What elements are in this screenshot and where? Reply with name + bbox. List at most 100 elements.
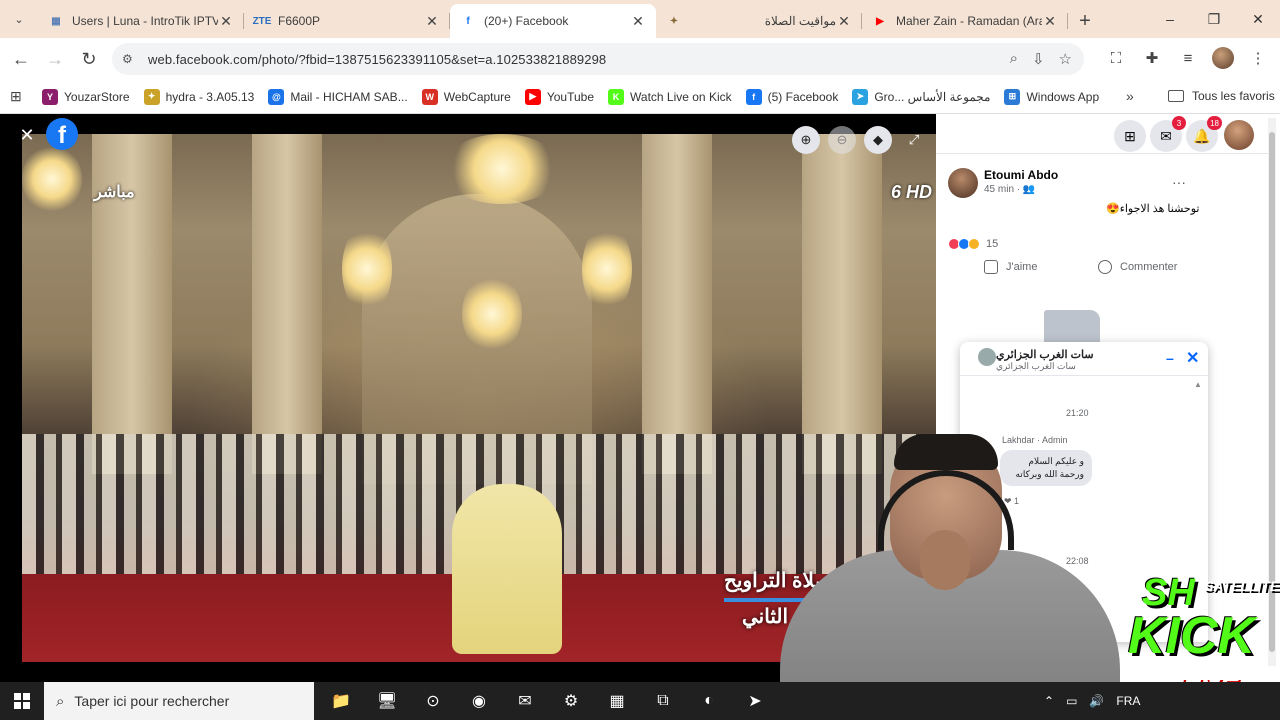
tab-search-button[interactable]: ⌄ bbox=[0, 0, 38, 38]
post-author-avatar[interactable] bbox=[948, 168, 978, 198]
bookmark-favicon-icon: W bbox=[421, 88, 438, 105]
bookmark-label: Windows App bbox=[1026, 89, 1100, 104]
post-options-button[interactable]: ··· bbox=[1172, 174, 1186, 190]
tray-overflow-icon[interactable]: ⌃ bbox=[1044, 694, 1054, 708]
network-icon[interactable]: ▭ bbox=[1066, 694, 1077, 708]
bookmark-label: YouTube bbox=[546, 89, 595, 104]
reload-button[interactable]: ↻ bbox=[72, 42, 106, 76]
volume-icon[interactable]: 🔊 bbox=[1089, 694, 1104, 708]
browser-tab[interactable]: ✦ مواقيت الصلاة ✕ bbox=[656, 4, 862, 38]
zoom-icon[interactable]: ⌕ bbox=[1010, 50, 1018, 68]
tab-favicon-icon: ▦ bbox=[51, 15, 61, 27]
taskbar-app-icon[interactable]: ◐ bbox=[686, 682, 732, 720]
url-text[interactable]: web.facebook.com/photo/?fbid=13875156233… bbox=[148, 52, 606, 67]
bookmark-item[interactable]: Y YouzarStore bbox=[42, 88, 130, 105]
tab-favicon-icon: f bbox=[466, 15, 470, 27]
language-indicator[interactable]: FRA bbox=[1116, 694, 1140, 708]
start-button[interactable] bbox=[0, 682, 44, 720]
close-chat-button[interactable]: ✕ bbox=[1186, 348, 1199, 368]
close-tab-icon[interactable]: ✕ bbox=[1042, 13, 1058, 30]
notifications-bell-icon[interactable]: 🔔 18 bbox=[1186, 116, 1222, 152]
bookmark-item[interactable]: ▶ YouTube bbox=[524, 88, 595, 105]
windows-taskbar: ⌕ Taper ici pour rechercher 📁 🖥 ⊙ ◉ ✉ ⚙ ▦ ⧉ ◐ ➤ ⌃… bbox=[0, 682, 1280, 720]
bookmark-item[interactable]: W WebCapture bbox=[421, 88, 511, 105]
fullscreen-icon[interactable]: ⤢ bbox=[900, 126, 928, 154]
browser-tab[interactable]: ▦ Users | Luna - IntroTik IPTV ✕ bbox=[38, 4, 244, 38]
bookmark-item[interactable]: f (5) Facebook bbox=[745, 88, 838, 105]
tab-title: مواقيت الصلاة bbox=[764, 14, 836, 28]
browser-tab[interactable]: f (20+) Facebook ✕ bbox=[450, 4, 656, 38]
bookmark-item[interactable]: ✦ hydra - 3.A05.13 bbox=[143, 88, 254, 105]
taskbar-app-icon[interactable]: ▦ bbox=[594, 682, 640, 720]
bookmark-label: Mail - HICHAM SAB... bbox=[290, 89, 408, 104]
account-avatar[interactable] bbox=[1224, 120, 1254, 150]
messenger-icon[interactable]: ✉ 3 bbox=[1150, 116, 1186, 152]
comment-icon bbox=[1098, 260, 1112, 274]
close-tab-icon[interactable]: ✕ bbox=[630, 13, 646, 30]
chat-avatar[interactable] bbox=[978, 348, 996, 366]
chandelier bbox=[442, 134, 562, 204]
all-bookmarks-folder[interactable]: Tous les favoris bbox=[1168, 89, 1275, 103]
taskbar-app-icon[interactable]: 🖥 bbox=[364, 682, 410, 720]
chat-subtitle: سات الغرب الجزائري bbox=[996, 361, 1076, 371]
channel-logo: 6 HD bbox=[890, 182, 932, 202]
taskbar-search-box[interactable]: ⌕ Taper ici pour rechercher bbox=[44, 682, 314, 720]
zoom-in-icon[interactable]: ⊕ bbox=[792, 126, 820, 154]
tab-title: Users | Luna - IntroTik IPTV bbox=[72, 14, 218, 28]
post-timestamp[interactable]: 45 min · 👥 bbox=[984, 184, 1035, 195]
media-controls-icon[interactable]: ≡ bbox=[1176, 46, 1200, 70]
close-viewer-button[interactable]: ✕ bbox=[16, 124, 38, 146]
comment-button[interactable]: Commenter bbox=[1098, 260, 1177, 274]
facebook-logo[interactable]: f bbox=[46, 118, 78, 150]
post-author-name[interactable]: Etoumi Abdo bbox=[984, 168, 1058, 182]
browser-tab[interactable]: ▶ Maher Zain - Ramadan (Ara ✕ bbox=[862, 4, 1068, 38]
tab-favicon-icon: ▶ bbox=[876, 15, 884, 27]
chat-scroll-up-icon[interactable]: ▲ bbox=[1194, 380, 1202, 389]
apps-grid-icon[interactable]: ⊞ bbox=[10, 88, 28, 105]
taskbar-app-icon[interactable]: ⊙ bbox=[410, 682, 456, 720]
new-tab-button[interactable]: + bbox=[1068, 4, 1102, 38]
close-tab-icon[interactable]: ✕ bbox=[836, 13, 852, 30]
bookmarks-bar: ⊞ Y YouzarStore ✦ hydra - 3.A05.13 @ Mail - H… bbox=[0, 80, 1280, 114]
like-label: J'aime bbox=[1006, 261, 1038, 273]
bookmark-item[interactable]: ⊞ Windows App bbox=[1004, 88, 1100, 105]
reaction-count: 15 bbox=[986, 238, 999, 250]
install-app-icon[interactable]: ⇩ bbox=[1032, 50, 1045, 68]
screen-capture-icon[interactable]: ⛶ bbox=[1104, 46, 1128, 70]
reactions-summary[interactable]: 15 bbox=[948, 238, 998, 250]
zoom-out-icon[interactable]: ⊖ bbox=[828, 126, 856, 154]
taskbar-app-icon[interactable]: ✉ bbox=[502, 682, 548, 720]
minimize-window-button[interactable]: – bbox=[1148, 0, 1192, 38]
minimize-chat-button[interactable]: – bbox=[1166, 350, 1174, 366]
taskbar-app-icon[interactable]: ⧉ bbox=[640, 682, 686, 720]
browser-menu-icon[interactable]: ⋮ bbox=[1246, 46, 1270, 70]
chat-header[interactable]: سات الغرب الجزائري سات الغرب الجزائري – … bbox=[960, 342, 1208, 376]
taskbar-app-icon[interactable]: 📁 bbox=[318, 682, 364, 720]
messenger-badge: 3 bbox=[1172, 116, 1186, 130]
taskbar-app-icon[interactable]: ⚙ bbox=[548, 682, 594, 720]
tag-icon[interactable]: ◆ bbox=[864, 126, 892, 154]
restore-window-button[interactable]: ❐ bbox=[1192, 0, 1236, 38]
bookmark-item[interactable]: @ Mail - HICHAM SAB... bbox=[268, 88, 408, 105]
site-info-icon[interactable]: ⚙ bbox=[122, 52, 140, 66]
bookmarks-overflow-button[interactable]: » bbox=[1126, 88, 1134, 104]
profile-avatar[interactable] bbox=[1212, 47, 1234, 69]
like-button[interactable]: J'aime bbox=[984, 260, 1037, 274]
bookmark-item[interactable]: K Watch Live on Kick bbox=[608, 88, 732, 105]
taskbar-app-icon[interactable]: ◉ bbox=[456, 682, 502, 720]
extensions-icon[interactable]: ✚ bbox=[1140, 46, 1164, 70]
chandelier bbox=[582, 224, 632, 314]
bookmark-star-icon[interactable]: ☆ bbox=[1059, 50, 1072, 68]
chat-title[interactable]: سات الغرب الجزائري bbox=[996, 348, 1094, 361]
bookmark-item[interactable]: ➤ Gro... مجموعة الأساس bbox=[852, 88, 990, 105]
forward-button[interactable]: → bbox=[38, 42, 72, 76]
close-tab-icon[interactable]: ✕ bbox=[218, 13, 234, 30]
folder-icon bbox=[1168, 90, 1184, 102]
taskbar-app-icon[interactable]: ➤ bbox=[732, 682, 778, 720]
browser-tab[interactable]: ZTE F6600P ✕ bbox=[244, 4, 450, 38]
close-window-button[interactable]: ✕ bbox=[1236, 0, 1280, 38]
close-tab-icon[interactable]: ✕ bbox=[424, 13, 440, 30]
back-button[interactable]: ← bbox=[4, 42, 38, 76]
address-bar[interactable]: ⚙ web.facebook.com/photo/?fbid=138751562… bbox=[112, 43, 1084, 75]
menu-grid-icon[interactable]: ⊞ bbox=[1114, 120, 1146, 152]
